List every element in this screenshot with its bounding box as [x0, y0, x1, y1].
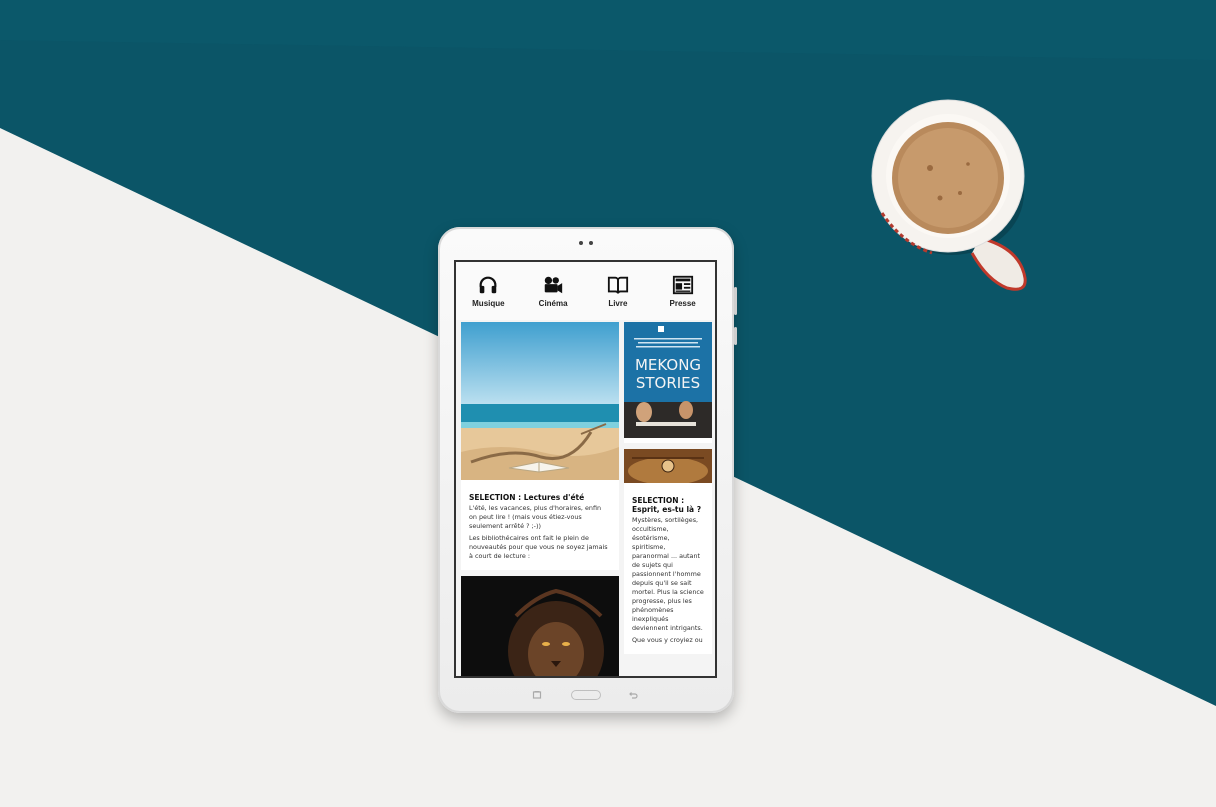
ouija-image [624, 449, 712, 485]
coffee-cup [870, 98, 1030, 293]
movie-poster-card[interactable]: MEKONG STORIES [624, 322, 712, 443]
headphones-icon [479, 276, 497, 294]
poster-title-line2: STORIES [636, 374, 700, 392]
nav-item-cinema[interactable]: Cinéma [524, 274, 582, 308]
nav-label: Presse [669, 299, 696, 308]
home-button[interactable] [571, 690, 601, 700]
lion-image [461, 576, 619, 676]
nav-label: Livre [608, 299, 628, 308]
beach-book-image [461, 322, 619, 480]
open-book-icon [607, 276, 628, 294]
article-card-lion[interactable] [461, 576, 619, 676]
tablet-hardware-buttons [438, 687, 734, 705]
nav-label: Cinéma [538, 299, 568, 308]
category-nav: Musique Cinéma Livre Presse [456, 262, 715, 320]
tablet-screen: Musique Cinéma Livre Presse SELECTION: … [454, 260, 717, 678]
sensor-dot [589, 241, 593, 245]
article-excerpt: L'été, les vacances, plus d'horaires, en… [469, 504, 602, 530]
nav-item-presse[interactable]: Presse [654, 274, 712, 308]
power-button [734, 327, 737, 345]
nav-item-livre[interactable]: Livre [589, 274, 647, 308]
tablet-device: Musique Cinéma Livre Presse SELECTION: … [438, 227, 737, 713]
camera-dot [579, 241, 583, 245]
article-title: SELECTION : Esprit, es-tu là ? [632, 496, 702, 514]
back-icon[interactable] [628, 690, 638, 700]
right-column: MEKONG STORIES SELECTION: Esprit, es-tu… [624, 322, 712, 654]
nav-label: Musique [472, 299, 505, 308]
article-card-summer[interactable]: SELECTION : Lectures d'été L'été, les va… [461, 322, 619, 570]
mekong-poster-image: MEKONG STORIES [624, 322, 712, 438]
volume-button [734, 287, 737, 315]
film-camera-icon [544, 276, 563, 294]
nav-item-musique[interactable]: Musique [459, 274, 517, 308]
poster-title-line1: MEKONG [635, 356, 701, 374]
newspaper-icon [672, 275, 693, 295]
article-excerpt: Mystères, sortilèges, occultisme, ésotér… [632, 516, 704, 632]
article-title: SELECTION : Lectures d'été [469, 493, 585, 502]
article-card-esprit[interactable]: SELECTION : Esprit, es-tu là ? Mystères,… [624, 449, 712, 654]
article-excerpt: Les bibliothécaires ont fait le plein de… [469, 534, 608, 560]
left-column: SELECTION : Lectures d'été L'été, les va… [461, 322, 619, 676]
recent-apps-icon[interactable] [532, 690, 542, 700]
article-excerpt: Que vous y croyiez ou [632, 636, 703, 644]
article-grid: SELECTION : Lectures d'été L'été, les va… [461, 322, 712, 676]
